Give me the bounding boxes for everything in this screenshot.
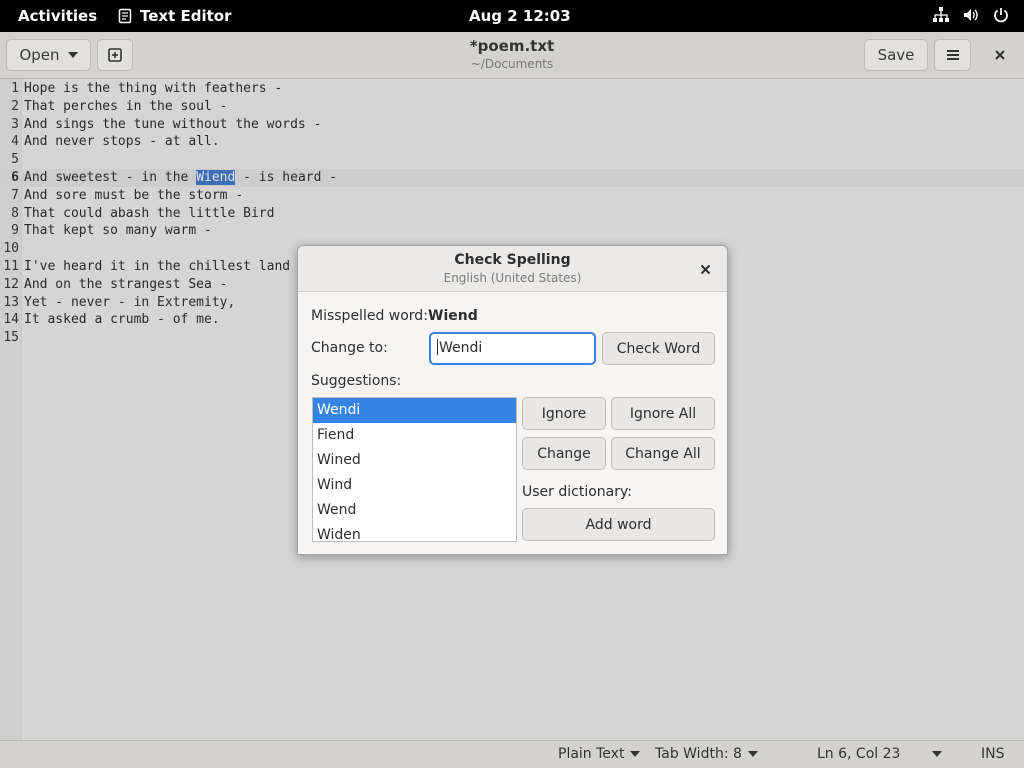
- chevron-down-icon: [747, 751, 758, 757]
- text-line[interactable]: 2 That perches in the soul -: [0, 98, 1024, 116]
- suggestion-item[interactable]: Wined: [313, 448, 516, 473]
- line-number: 7: [11, 187, 19, 203]
- line-number: 12: [3, 276, 19, 292]
- line-text: And never stops - at all.: [24, 134, 220, 150]
- window-headerbar: *poem.txt ~/Documents Open Save: [0, 32, 1024, 79]
- line-text: That could abash the little Bird: [24, 205, 275, 221]
- line-text: That kept so many warm -: [24, 223, 212, 239]
- window-close-button[interactable]: [985, 45, 1015, 65]
- text-line[interactable]: 3 And sings the tune without the words -: [0, 116, 1024, 134]
- text-line[interactable]: 9 That kept so many warm -: [0, 222, 1024, 240]
- line-number: 2: [11, 98, 19, 114]
- suggestion-item[interactable]: Fiend: [313, 423, 516, 448]
- line-text: And sweetest - in the Wiend - is heard -: [24, 170, 338, 185]
- add-word-button[interactable]: Add word: [522, 508, 715, 541]
- suggestion-item[interactable]: Widen: [313, 523, 516, 541]
- cursor-position-selector[interactable]: Ln 6, Col 23: [817, 746, 943, 762]
- line-number: 11: [3, 259, 19, 274]
- misspelled-word: Wiend: [428, 308, 478, 324]
- new-tab-button[interactable]: [97, 39, 133, 71]
- change-to-value: Wendi: [439, 340, 483, 356]
- line-number: 4: [11, 134, 19, 150]
- hamburger-menu-icon: [946, 50, 959, 60]
- text-line[interactable]: 4 And never stops - at all.: [0, 133, 1024, 151]
- text-caret: [437, 339, 438, 355]
- misspelled-word-label: Misspelled word:: [311, 308, 428, 324]
- clock[interactable]: Aug 2 12:03: [469, 7, 571, 25]
- line-number: 8: [11, 205, 19, 221]
- text-line[interactable]: 1 Hope is the thing with feathers -: [0, 80, 1024, 98]
- activities-button[interactable]: Activities: [18, 7, 97, 25]
- highlighted-misspelled-word: Wiend: [196, 170, 236, 185]
- line-text: That perches in the soul -: [24, 98, 228, 114]
- main-menu-button[interactable]: [934, 39, 971, 71]
- power-icon: [994, 8, 1008, 23]
- language-selector[interactable]: Plain Text: [558, 746, 641, 762]
- open-button[interactable]: Open: [6, 39, 91, 71]
- text-line[interactable]: 7 And sore must be the storm -: [0, 187, 1024, 205]
- top-bar: Activities Text Editor Aug 2 12:03: [0, 0, 1024, 32]
- change-to-input[interactable]: Wendi: [429, 332, 596, 365]
- suggestion-item[interactable]: Wend: [313, 498, 516, 523]
- tab-width-selector[interactable]: Tab Width: 8: [655, 746, 758, 762]
- user-dictionary-label: User dictionary:: [522, 484, 632, 500]
- dialog-close-button[interactable]: [695, 259, 715, 279]
- change-all-button[interactable]: Change All: [611, 437, 715, 470]
- line-text: And sore must be the storm -: [24, 187, 244, 203]
- status-bar: Plain Text Tab Width: 8 Ln 6, Col 23 INS: [0, 740, 1024, 768]
- text-line[interactable]: 8 That could abash the little Bird: [0, 205, 1024, 223]
- insert-mode-label: INS: [981, 746, 1005, 762]
- chevron-down-icon: [932, 751, 943, 757]
- change-to-label: Change to:: [311, 340, 388, 356]
- open-label: Open: [19, 46, 60, 64]
- line-number: 6: [11, 170, 19, 185]
- text-line[interactable]: 5: [0, 151, 1024, 169]
- ignore-button[interactable]: Ignore: [522, 397, 606, 430]
- language-label: Plain Text: [558, 746, 625, 762]
- suggestions-label: Suggestions:: [311, 373, 402, 389]
- line-text: It asked a crumb - of me.: [24, 312, 220, 328]
- app-menu[interactable]: Text Editor: [118, 7, 231, 25]
- line-text: And on the strangest Sea -: [24, 276, 228, 292]
- close-icon: [995, 50, 1005, 60]
- suggestions-list[interactable]: Wendi Fiend Wined Wind Wend Widen: [312, 397, 517, 542]
- line-number: 1: [11, 81, 19, 96]
- app-name: Text Editor: [140, 7, 232, 25]
- save-label: Save: [877, 46, 915, 64]
- volume-icon: [964, 9, 978, 21]
- line-number: 15: [3, 330, 19, 346]
- dialog-title: Check Spelling: [454, 252, 571, 268]
- tab-width-label: Tab Width: 8: [655, 746, 742, 762]
- ignore-all-button[interactable]: Ignore All: [611, 397, 715, 430]
- line-number: 14: [3, 312, 19, 328]
- line-text: Yet - never - in Extremity,: [24, 294, 236, 310]
- line-text: Hope is the thing with feathers -: [24, 81, 283, 96]
- close-icon: [700, 264, 710, 274]
- line-number: 9: [11, 223, 19, 239]
- line-number: 3: [11, 116, 19, 132]
- text-line[interactable]: 6 And sweetest - in the Wiend - is heard …: [0, 169, 1024, 187]
- text-editor-icon: [118, 8, 132, 24]
- line-text: And sings the tune without the words -: [24, 116, 322, 132]
- network-icon: [933, 7, 949, 22]
- new-tab-icon: [108, 48, 122, 62]
- chevron-down-icon: [67, 52, 78, 58]
- line-text: I've heard it in the chillest land -: [24, 259, 306, 274]
- suggestion-item[interactable]: Wind: [313, 473, 516, 498]
- suggestion-item[interactable]: Wendi: [313, 398, 516, 423]
- save-button[interactable]: Save: [864, 39, 928, 71]
- insert-mode-indicator[interactable]: INS: [981, 746, 1005, 762]
- cursor-position-label: Ln 6, Col 23: [817, 746, 901, 762]
- chevron-down-icon: [630, 751, 641, 757]
- line-number: 10: [3, 241, 19, 257]
- line-number: 5: [11, 152, 19, 168]
- change-button[interactable]: Change: [522, 437, 606, 470]
- system-menu[interactable]: [932, 6, 1010, 24]
- check-word-button[interactable]: Check Word: [602, 332, 715, 365]
- dialog-header: Check Spelling English (United States): [298, 246, 727, 292]
- line-number: 13: [3, 294, 19, 310]
- dialog-subtitle: English (United States): [443, 271, 582, 285]
- check-spelling-dialog: Check Spelling English (United States) M…: [297, 245, 728, 555]
